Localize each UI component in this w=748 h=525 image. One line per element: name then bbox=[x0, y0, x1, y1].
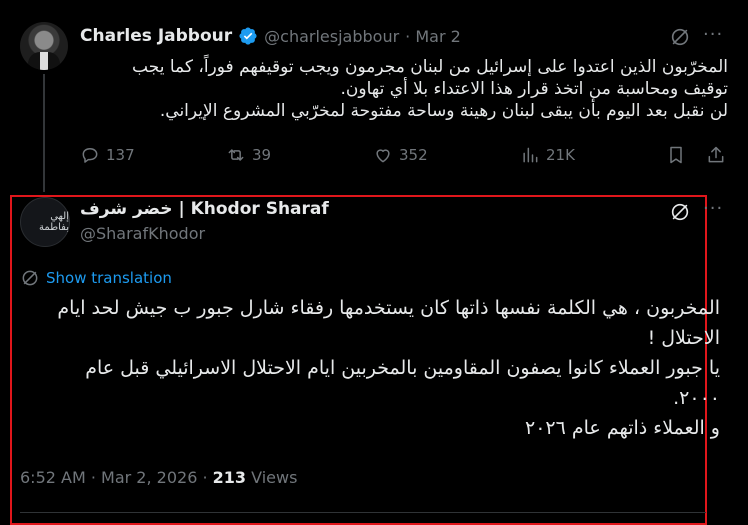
tweet1-author-name[interactable]: Charles Jabbour bbox=[80, 26, 232, 46]
share-icon[interactable] bbox=[706, 145, 726, 165]
avatar-charles-jabbour[interactable] bbox=[20, 22, 68, 70]
tweet2-text: المخربون ، هي الكلمة نفسها ذاتها كان يست… bbox=[20, 293, 720, 443]
tweet1-text-line: توقيف ومحاسبة من اتخذ قرار هذا الاعتداء … bbox=[340, 79, 729, 99]
repost-icon bbox=[228, 149, 244, 161]
tweet2-text-line: المخربون ، هي الكلمة نفسها ذاتها كان يست… bbox=[57, 297, 720, 319]
views-icon bbox=[523, 147, 538, 163]
reply-button[interactable]: 137 bbox=[80, 145, 135, 165]
verified-badge-icon bbox=[239, 27, 257, 45]
tweet1-handle[interactable]: @charlesjabbour bbox=[264, 27, 399, 46]
more-icon[interactable]: ··· bbox=[703, 198, 723, 219]
grok-icon[interactable] bbox=[669, 201, 691, 223]
show-translation-link[interactable]: Show translation bbox=[20, 268, 172, 288]
repost-count: 39 bbox=[252, 146, 272, 164]
tweet2-text-line: ٢٠٠٠. bbox=[673, 387, 720, 409]
like-count: 352 bbox=[399, 146, 428, 164]
bookmark-icon[interactable] bbox=[666, 145, 686, 165]
tweet1-text-line: المخرّبون الذين اعتدوا على إسرائيل من لب… bbox=[132, 57, 728, 77]
avatar-khodor-sharaf[interactable]: إلهي بفاطمة bbox=[20, 197, 70, 247]
reply-icon bbox=[82, 148, 98, 163]
avatar-text: إلهي بفاطمة bbox=[39, 211, 69, 233]
more-icon[interactable]: ··· bbox=[703, 24, 723, 45]
tweet2-views-count: 213 bbox=[212, 468, 247, 487]
repost-button[interactable]: 39 bbox=[226, 145, 271, 165]
show-translation-label: Show translation bbox=[46, 269, 172, 287]
grok-icon[interactable] bbox=[669, 26, 691, 48]
like-icon bbox=[376, 149, 390, 163]
tweet1-date[interactable]: · Mar 2 bbox=[405, 27, 461, 46]
like-button[interactable]: 352 bbox=[373, 145, 428, 165]
thread-connector-line bbox=[43, 74, 45, 192]
tweet2-views-label: Views bbox=[246, 468, 298, 487]
divider bbox=[20, 512, 706, 513]
tweet2-timestamp[interactable]: 6:52 AM · Mar 2, 2026 · bbox=[20, 468, 213, 487]
reply-count: 137 bbox=[106, 146, 135, 164]
tweet2-handle[interactable]: @SharafKhodor bbox=[80, 224, 205, 243]
tweet1-header: Charles Jabbour @charlesjabbour · Mar 2 bbox=[80, 26, 461, 46]
tweet1-text-line: لن نقبل بعد اليوم بأن يبقى لبنان رهينة و… bbox=[159, 101, 728, 121]
tweet2-text-line: الاحتلال ! bbox=[647, 327, 720, 349]
tweet2-text-line: و العملاء ذاتهم عام ٢٠٢٦ bbox=[525, 417, 720, 439]
tweet2-text-line: يا جبور العملاء كانوا يصفون المقاومين با… bbox=[85, 357, 720, 379]
tweet1-text: المخرّبون الذين اعتدوا على إسرائيل من لب… bbox=[80, 56, 728, 122]
tweet2-timestamp-row: 6:52 AM · Mar 2, 2026 · 213 Views bbox=[20, 468, 297, 487]
tweet2-author-name[interactable]: خضر شرف | Khodor Sharaf bbox=[80, 199, 329, 219]
views-button[interactable]: 21K bbox=[520, 145, 575, 165]
translate-icon bbox=[22, 270, 38, 286]
views-count: 21K bbox=[546, 146, 575, 164]
